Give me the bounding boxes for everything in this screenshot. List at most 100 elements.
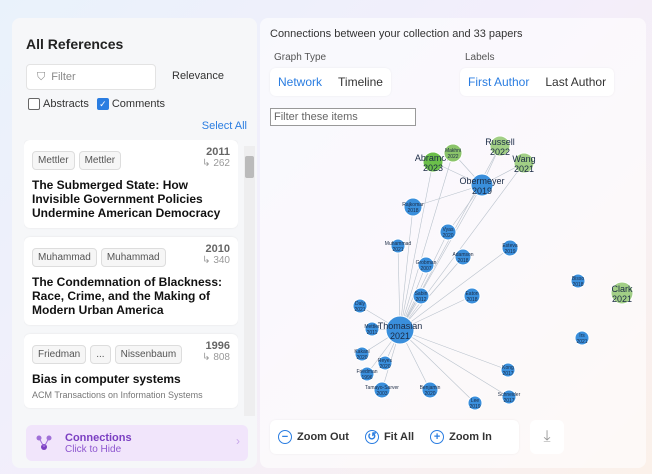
filter-input[interactable]: ⛉ Filter bbox=[26, 64, 156, 90]
reference-card[interactable]: Muhammad Muhammad 2010 ↳ 340 The Condemna… bbox=[24, 237, 238, 325]
connections-label: Connections bbox=[65, 431, 132, 444]
citation-count: ↳ 262 bbox=[202, 158, 230, 169]
reference-title: The Submerged State: How Invisible Gover… bbox=[32, 178, 221, 220]
reference-venue: ACM Transactions on Information Systems bbox=[32, 390, 203, 400]
node-year: 2018 bbox=[466, 297, 477, 303]
citation-count: ↳ 808 bbox=[202, 352, 230, 363]
node-year: 2021 bbox=[392, 247, 403, 253]
node-year: 2019 bbox=[472, 186, 492, 196]
zoom-out-label: Zoom Out bbox=[297, 431, 349, 443]
node-label: Thomasian bbox=[378, 321, 423, 331]
year: 2011 bbox=[206, 146, 230, 158]
reference-list: Mettler Mettler 2011 ↳ 262 The Submerged … bbox=[24, 140, 238, 420]
graph-panel: Connections between your collection and … bbox=[260, 18, 646, 468]
panel-title: All References bbox=[26, 36, 124, 52]
node-year: 2022 bbox=[490, 147, 510, 157]
author-chips: Mettler Mettler bbox=[32, 151, 230, 170]
node-year: 2021 bbox=[576, 339, 587, 345]
fit-all-label: Fit All bbox=[383, 431, 415, 443]
node-label: Obermeyer bbox=[459, 176, 504, 186]
year: 2010 bbox=[205, 243, 230, 255]
minus-icon: − bbox=[278, 430, 292, 444]
references-panel: All References ⛉ Filter Relevance Abstra… bbox=[12, 18, 257, 468]
connections-icon bbox=[36, 435, 52, 450]
count-value: 340 bbox=[213, 255, 230, 266]
scrollbar-thumb[interactable] bbox=[245, 156, 254, 178]
zoom-toolbar: − Zoom Out ↺ Fit All + Zoom In bbox=[270, 420, 519, 454]
node-label: Russell bbox=[485, 137, 515, 147]
author-chips: Muhammad Muhammad bbox=[32, 248, 230, 267]
author-chip[interactable]: Mettler bbox=[32, 151, 75, 170]
graph-edge bbox=[399, 329, 509, 371]
node-year: 2007 bbox=[420, 266, 431, 272]
author-chip[interactable]: Friedman bbox=[32, 345, 87, 364]
node-year: 2019 bbox=[469, 404, 480, 410]
node-year: 2020 bbox=[424, 391, 435, 397]
zoom-in-label: Zoom In bbox=[449, 431, 492, 443]
node-year: 2023 bbox=[423, 163, 443, 173]
list-scrollbar[interactable] bbox=[244, 146, 255, 416]
node-year: 2019 bbox=[504, 249, 515, 255]
node-year: 2018 bbox=[407, 208, 418, 214]
reference-card[interactable]: Mettler Mettler 2011 ↳ 262 The Submerged … bbox=[24, 140, 238, 228]
node-year: 2021 bbox=[354, 307, 365, 313]
filter-icon: ⛉ bbox=[37, 70, 46, 83]
sort-select[interactable]: Relevance bbox=[172, 70, 224, 82]
year: 1996 bbox=[205, 340, 230, 352]
year-block: 2010 ↳ 340 bbox=[202, 243, 230, 266]
plus-icon: + bbox=[430, 430, 445, 444]
select-all-link[interactable]: Select All bbox=[202, 120, 247, 132]
zoom-in-button[interactable]: + Zoom In bbox=[422, 430, 500, 444]
author-chips: Friedman ... Nissenbaum bbox=[32, 345, 230, 364]
count-value: 808 bbox=[213, 352, 230, 363]
node-year: 2017 bbox=[503, 398, 514, 404]
node-year: 2020 bbox=[379, 364, 390, 370]
reference-card[interactable]: Friedman ... Nissenbaum 1996 ↳ 808 Bias i… bbox=[24, 334, 238, 408]
filter-placeholder: Filter bbox=[51, 71, 76, 83]
author-chip[interactable]: Mettler bbox=[78, 151, 122, 170]
node-year: 2021 bbox=[390, 331, 410, 341]
chevron-right-icon: › bbox=[236, 434, 240, 448]
count-value: 262 bbox=[213, 158, 230, 169]
node-year: 2003 bbox=[376, 391, 387, 397]
connections-toggle[interactable]: Connections Click to Hide › bbox=[26, 425, 248, 461]
author-chip[interactable]: Muhammad bbox=[32, 248, 97, 267]
download-button[interactable]: ⤓ bbox=[530, 420, 564, 454]
reference-title: The Condemnation of Blackness: Race, Cri… bbox=[32, 275, 223, 317]
node-year: 2018 bbox=[572, 282, 583, 288]
connections-sub: Click to Hide bbox=[65, 443, 122, 455]
abstracts-checkbox[interactable]: Abstracts bbox=[28, 98, 89, 110]
citation-count: ↳ 340 bbox=[202, 255, 230, 266]
comments-checkbox[interactable]: ✓ Comments bbox=[96, 98, 166, 110]
node-year: 2022 bbox=[447, 154, 458, 160]
fit-icon: ↺ bbox=[364, 430, 379, 444]
reference-title: Bias in computer systems bbox=[32, 372, 181, 386]
year-block: 2011 ↳ 262 bbox=[202, 146, 230, 169]
network-graph[interactable]: Thomasian2021Obermeyer2019Abramoff2023Ma… bbox=[260, 18, 646, 413]
checkbox-box-checked[interactable]: ✓ bbox=[96, 98, 109, 110]
author-chip[interactable]: Nissenbaum bbox=[114, 345, 183, 364]
node-label: Clark bbox=[611, 284, 633, 294]
graph-edge bbox=[399, 329, 510, 398]
node-year: 2020 bbox=[356, 355, 367, 361]
node-year: 1996 bbox=[361, 375, 372, 381]
author-chip[interactable]: ... bbox=[90, 345, 111, 364]
node-label: Wang bbox=[512, 154, 535, 164]
node-year: 2011 bbox=[367, 330, 378, 336]
fit-all-button[interactable]: ↺ Fit All bbox=[357, 430, 422, 444]
abstracts-label: Abstracts bbox=[43, 98, 89, 110]
node-year: 2021 bbox=[612, 294, 632, 304]
download-icon: ⤓ bbox=[543, 428, 551, 445]
zoom-out-button[interactable]: − Zoom Out bbox=[270, 430, 357, 444]
comments-label: Comments bbox=[111, 98, 166, 110]
node-year: 2021 bbox=[514, 164, 534, 174]
checkbox-row: Abstracts ✓ Comments bbox=[28, 98, 165, 110]
node-year: 2012 bbox=[415, 297, 426, 303]
node-year: 2017 bbox=[502, 371, 513, 377]
node-year: 2018 bbox=[457, 258, 468, 264]
year-block: 1996 ↳ 808 bbox=[202, 340, 230, 363]
author-chip[interactable]: Muhammad bbox=[100, 248, 166, 267]
checkbox-box[interactable] bbox=[28, 98, 40, 110]
connections-text: Connections Click to Hide bbox=[65, 432, 132, 455]
node-year: 2020 bbox=[442, 233, 453, 239]
